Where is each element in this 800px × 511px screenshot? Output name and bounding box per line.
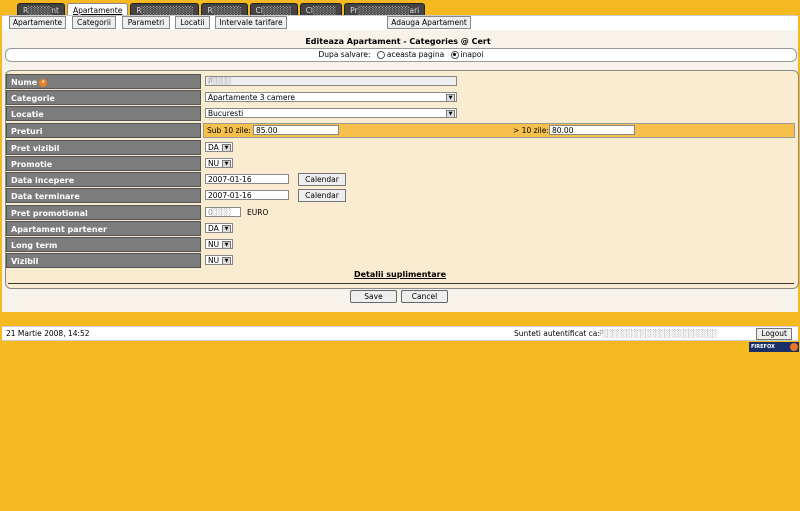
label-vizibil: Vizibil	[6, 253, 201, 268]
subnav-categorii-button[interactable]: Categorii	[72, 16, 116, 29]
cancel-button[interactable]: Cancel	[401, 290, 448, 303]
chevron-down-icon: ▼	[222, 257, 231, 264]
row-pret-vizibil: Pret vizibil DA ▼	[6, 140, 795, 155]
page-title: Editeaza Apartament - Categories @ Cert	[305, 37, 491, 46]
logout-button[interactable]: Logout	[756, 328, 792, 340]
price-under-10-label: Sub 10 zile:	[207, 126, 251, 135]
row-data-incepere: Data incepere 2007-01-16 Calendar	[6, 172, 795, 187]
firefox-icon	[790, 343, 798, 351]
after-save-options: Dupa salvare: aceasta pagina inapoi	[5, 48, 797, 62]
subnav-intervale-button[interactable]: Intervale tarifare	[215, 16, 287, 29]
calendar-start-button[interactable]: Calendar	[298, 173, 346, 186]
radio-back-label: inapoi	[460, 50, 484, 59]
price-over-10-input[interactable]: 80.00	[549, 125, 635, 135]
firefox-badge-text: FIREFOX	[751, 344, 775, 350]
status-bar: 21 Martie 2008, 14:52 Sunteti autentific…	[2, 326, 798, 341]
pret-vizibil-select[interactable]: DA ▼	[205, 142, 233, 152]
radio-this-page-label: aceasta pagina	[386, 50, 445, 59]
chevron-down-icon: ▼	[222, 160, 231, 167]
chevron-down-icon: ▼	[446, 94, 455, 101]
categorie-select[interactable]: Apartamente 3 camere ▼	[205, 92, 457, 102]
row-vizibil: Vizibil NU ▼	[6, 253, 795, 268]
row-preturi: Preturi Sub 10 zile: 85.00 > 10 zile: 80…	[6, 123, 795, 138]
label-apartament-partener: Apartament partener	[6, 221, 201, 236]
firefox-badge[interactable]: FIREFOX	[749, 342, 799, 352]
data-incepere-input[interactable]: 2007-01-16	[205, 174, 289, 184]
label-long-term: Long term	[6, 237, 201, 252]
long-term-select[interactable]: NU ▼	[205, 239, 233, 249]
top-tabs: R░░░░nt Apartamente R░░░░░░░░░ R░░░░░ Cl…	[17, 3, 426, 16]
apartament-partener-select[interactable]: DA ▼	[205, 223, 233, 233]
currency-label: EURO	[247, 208, 269, 217]
label-preturi: Preturi	[6, 123, 201, 138]
divider	[8, 283, 794, 284]
vizibil-select[interactable]: NU ▼	[205, 255, 233, 265]
locatie-select[interactable]: Bucuresti ▼	[205, 108, 457, 118]
row-pret-promotional: Pret promotional 0░░░░ EURO	[6, 205, 795, 220]
label-nume: Nume •	[6, 74, 201, 89]
row-long-term: Long term NU ▼	[6, 237, 795, 252]
details-link[interactable]: Detalii suplimentare	[0, 270, 800, 279]
datetime-text: 21 Martie 2008, 14:52	[6, 329, 90, 338]
price-under-10-input[interactable]: 85.00	[253, 125, 339, 135]
label-promotie: Promotie	[6, 156, 201, 171]
subnav-locatii-button[interactable]: Locatii	[175, 16, 210, 29]
save-button[interactable]: Save	[350, 290, 397, 303]
row-categorie: Categorie Apartamente 3 camere ▼	[6, 90, 795, 105]
add-apartment-button[interactable]: Adauga Apartament	[387, 16, 471, 29]
chevron-down-icon: ▼	[222, 241, 231, 248]
radio-this-page[interactable]	[376, 50, 385, 59]
label-data-incepere: Data incepere	[6, 172, 201, 187]
label-locatie: Locatie	[6, 106, 201, 121]
auth-label: Sunteti autentificat ca:	[514, 329, 600, 338]
label-pret-vizibil: Pret vizibil	[6, 140, 201, 155]
chevron-down-icon: ▼	[446, 110, 455, 117]
radio-back[interactable]	[450, 50, 459, 59]
data-terminare-input[interactable]: 2007-01-16	[205, 190, 289, 200]
auth-user: P░░░░░░░░░░░░░░░░░░░░░░░░	[599, 329, 718, 338]
row-nume: Nume • P░░░░	[6, 74, 795, 89]
chevron-down-icon: ▼	[222, 144, 231, 151]
pret-promotional-input[interactable]: 0░░░░	[205, 207, 241, 217]
row-locatie: Locatie Bucuresti ▼	[6, 106, 795, 121]
label-pret-promotional: Pret promotional	[6, 205, 201, 220]
price-over-10-label: > 10 zile:	[513, 126, 549, 135]
chevron-down-icon: ▼	[222, 225, 231, 232]
calendar-end-button[interactable]: Calendar	[298, 189, 346, 202]
promotie-select[interactable]: NU ▼	[205, 158, 233, 168]
subnav-parametri-button[interactable]: Parametri	[122, 16, 170, 29]
row-promotie: Promotie NU ▼	[6, 156, 795, 171]
subnav-apartamente-button[interactable]: Apartamente	[9, 16, 66, 29]
required-icon: •	[39, 78, 48, 87]
row-apartament-partener: Apartament partener DA ▼	[6, 221, 795, 236]
nume-input[interactable]: P░░░░	[205, 76, 457, 86]
label-categorie: Categorie	[6, 90, 201, 105]
label-data-terminare: Data terminare	[6, 188, 201, 203]
after-save-label: Dupa salvare:	[318, 50, 371, 59]
row-data-terminare: Data terminare 2007-01-16 Calendar	[6, 188, 795, 203]
